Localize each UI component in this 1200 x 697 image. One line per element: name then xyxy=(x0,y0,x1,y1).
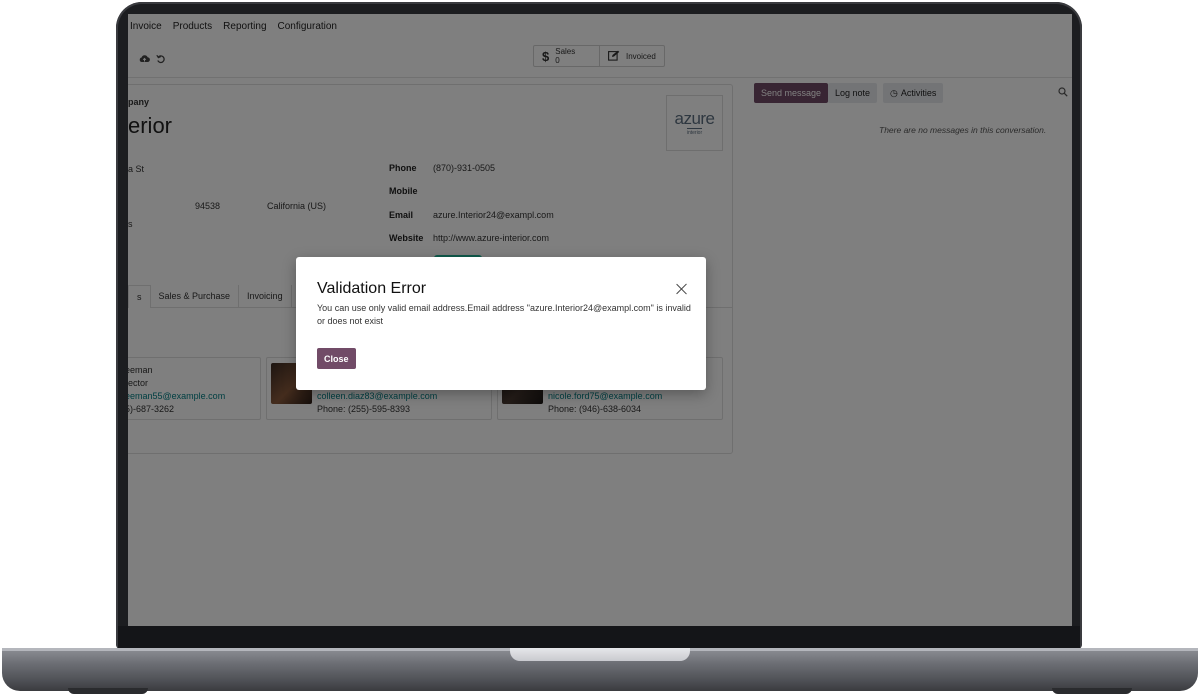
dialog-message: You can use only valid email address.Ema… xyxy=(317,303,691,326)
close-button[interactable]: Close xyxy=(317,348,356,369)
laptop-foot-right xyxy=(1052,688,1132,694)
dialog-title: Validation Error xyxy=(317,280,427,297)
laptop-chin xyxy=(118,626,1080,650)
close-icon[interactable] xyxy=(674,281,690,297)
screen: Invoice Products Reporting Configuration… xyxy=(128,14,1072,626)
laptop-foot-left xyxy=(68,688,148,694)
validation-error-dialog: Validation Error You can use only valid … xyxy=(296,257,706,390)
laptop-notch xyxy=(510,648,690,661)
